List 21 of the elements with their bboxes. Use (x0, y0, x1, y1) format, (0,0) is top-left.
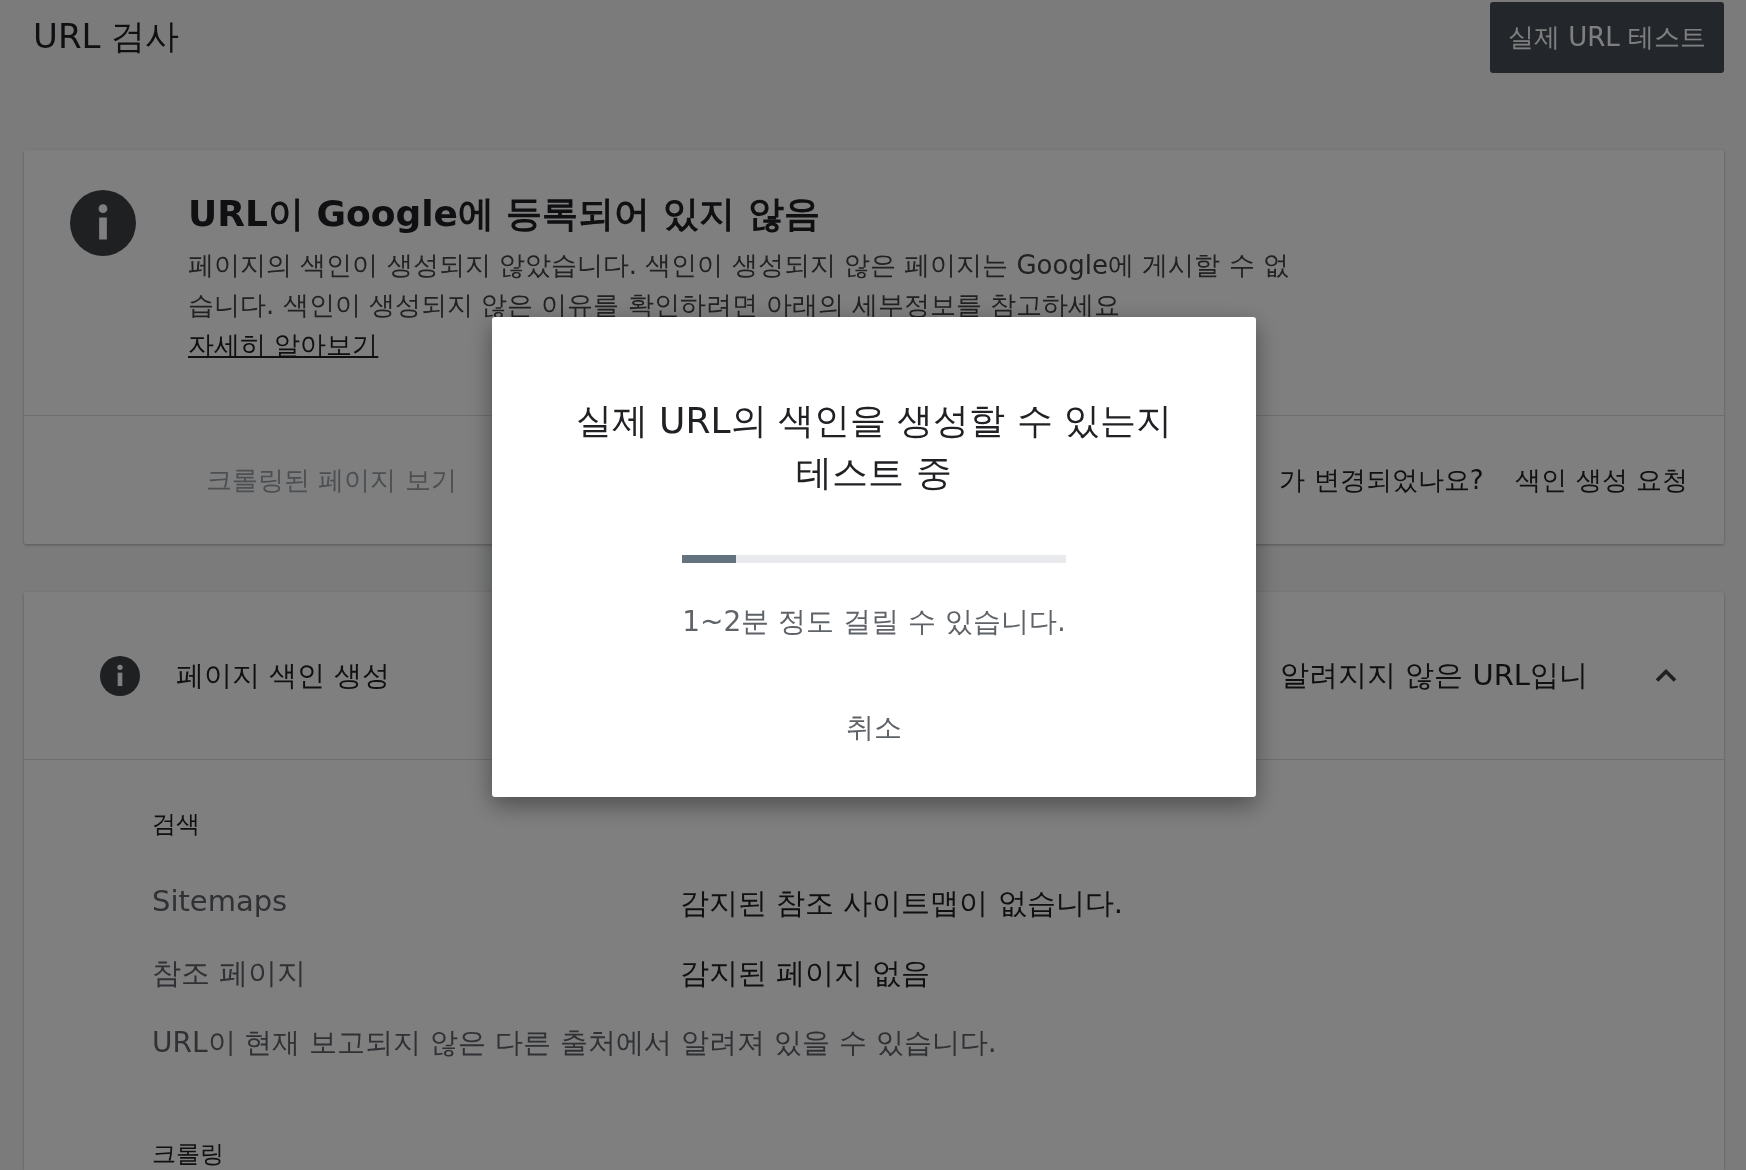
dialog-message: 1~2분 정도 걸릴 수 있습니다. (682, 604, 1066, 640)
detail-value: 감지된 페이지 없음 (680, 955, 931, 992)
section-title: 페이지 색인 생성 (176, 657, 390, 694)
page-changed-question: 가 변경되었나요? (1279, 463, 1484, 497)
detail-label: Sitemaps (152, 884, 289, 920)
info-icon (70, 190, 136, 256)
status-headline: URL이 Google에 등록되어 있지 않음 (188, 192, 821, 236)
indexing-summary: 알려지지 않은 URL입니 (1280, 656, 1588, 694)
learn-more-link[interactable]: 자세히 알아보기 (188, 325, 379, 365)
section-heading: 크롤링 (152, 1139, 225, 1170)
info-icon (100, 655, 140, 696)
detail-note: URL이 현재 보고되지 않은 다른 출처에서 알려져 있을 수 있습니다. (152, 1025, 998, 1061)
test-live-url-button[interactable]: 실제 URL 테스트 (1489, 2, 1724, 73)
request-indexing-button[interactable]: 색인 생성 요청 (1503, 454, 1700, 506)
cancel-button[interactable]: 취소 (830, 701, 918, 755)
status-description: 페이지의 색인이 생성되지 않았습니다. 색인이 생성되지 않은 페이지는 Google에 게시할 수 없습니다. 색인이 생성되지 않은 이유를 확인하려면 아래의 세부정보를 참고하세요 (188, 249, 1290, 322)
section-heading: 검색 (152, 809, 201, 840)
dialog-title: 실제 URL의 색인을 생성할 수 있는지 테스트 중 (574, 399, 1174, 495)
detail-label: 참조 페이지 (152, 955, 308, 992)
page-title: URL 검사 (33, 15, 180, 58)
detail-value: 감지된 참조 사이트맵이 없습니다. (680, 885, 1123, 922)
